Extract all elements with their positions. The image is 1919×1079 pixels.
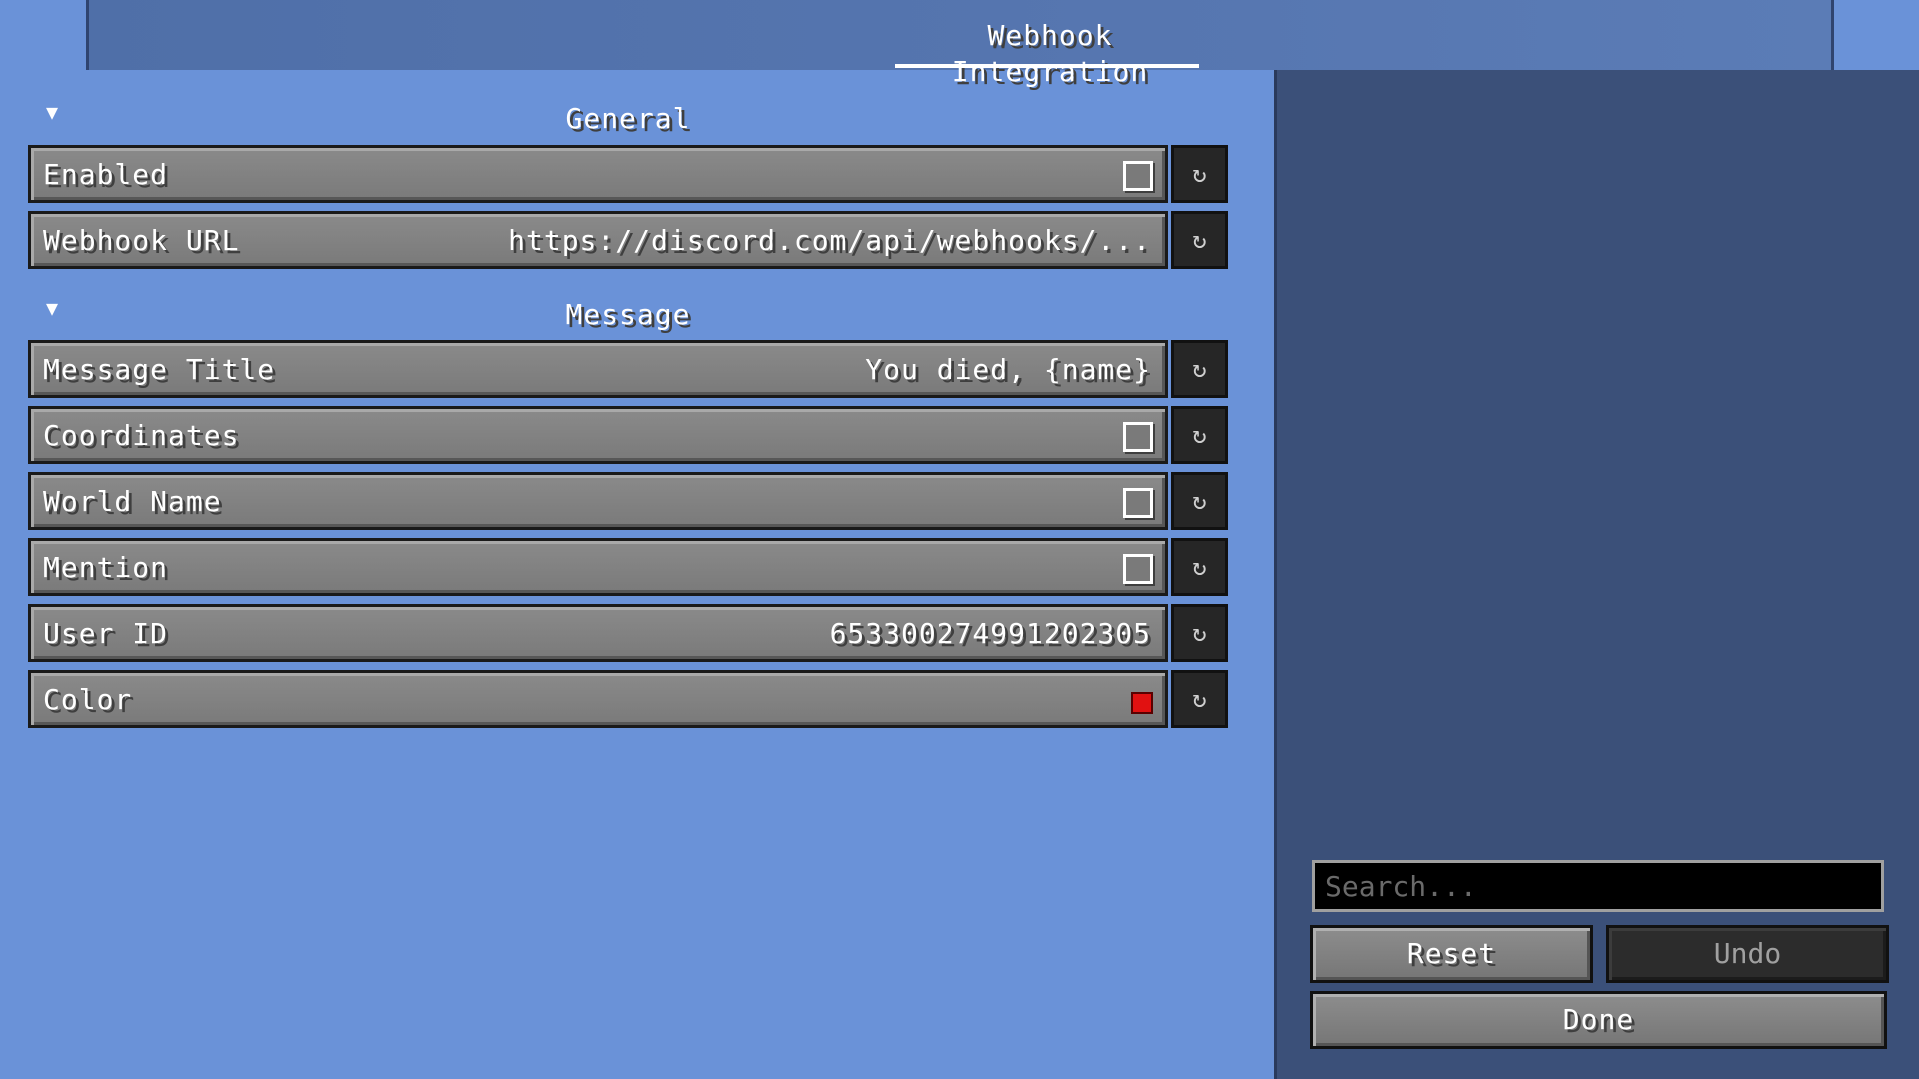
option-world-name-toggle[interactable]: World Name	[28, 472, 1168, 530]
option-value: https://discord.com/api/webhooks/...	[508, 224, 1151, 257]
option-user-id: User ID 653300274991202305 ↻	[28, 604, 1228, 662]
option-message-title: Message Title You died, {name} ↻	[28, 340, 1228, 398]
section-general[interactable]: ▼ General	[28, 96, 1228, 142]
active-tab-indicator	[895, 64, 1199, 68]
reset-icon[interactable]: ↻	[1171, 145, 1228, 203]
section-title-general: General	[565, 102, 691, 135]
option-mention-toggle[interactable]: Mention	[28, 538, 1168, 596]
option-value: You died, {name}	[865, 353, 1151, 386]
option-message-title-field[interactable]: Message Title You died, {name}	[28, 340, 1168, 398]
option-coordinates: Coordinates ↻	[28, 406, 1228, 464]
reset-icon[interactable]: ↻	[1171, 670, 1228, 728]
option-label: Color	[43, 683, 133, 716]
reset-icon[interactable]: ↻	[1171, 604, 1228, 662]
option-label: Enabled	[43, 158, 169, 191]
checkbox[interactable]	[1123, 488, 1153, 518]
option-webhook-url: Webhook URL https://discord.com/api/webh…	[28, 211, 1228, 269]
reset-icon[interactable]: ↻	[1171, 472, 1228, 530]
option-mention: Mention ↻	[28, 538, 1228, 596]
option-label: User ID	[43, 617, 169, 650]
option-label: Mention	[43, 551, 169, 584]
checkbox[interactable]	[1123, 554, 1153, 584]
checkbox[interactable]	[1123, 161, 1153, 191]
option-user-id-field[interactable]: User ID 653300274991202305	[28, 604, 1168, 662]
reset-icon[interactable]: ↻	[1171, 340, 1228, 398]
option-enabled: Enabled ↻	[28, 145, 1228, 203]
option-label: World Name	[43, 485, 222, 518]
option-color-picker[interactable]: Color	[28, 670, 1168, 728]
option-coordinates-toggle[interactable]: Coordinates	[28, 406, 1168, 464]
option-label: Message Title	[43, 353, 276, 386]
option-webhook-url-field[interactable]: Webhook URL https://discord.com/api/webh…	[28, 211, 1168, 269]
reset-button[interactable]: Reset	[1310, 925, 1593, 983]
section-title-message: Message	[565, 298, 691, 331]
reset-icon[interactable]: ↻	[1171, 538, 1228, 596]
done-button[interactable]: Done	[1310, 991, 1887, 1049]
section-message[interactable]: ▼ Message	[28, 292, 1228, 338]
option-enabled-toggle[interactable]: Enabled	[28, 145, 1168, 203]
checkbox[interactable]	[1123, 422, 1153, 452]
option-color: Color ↻	[28, 670, 1228, 728]
option-label: Webhook URL	[43, 224, 240, 257]
option-label: Coordinates	[43, 419, 240, 452]
search-input[interactable]	[1312, 860, 1884, 912]
reset-icon[interactable]: ↻	[1171, 211, 1228, 269]
option-world-name: World Name ↻	[28, 472, 1228, 530]
tab-webhook-integration[interactable]: Webhook Integration	[895, 18, 1205, 88]
title-bar: Webhook Integration	[86, 0, 1834, 88]
color-swatch[interactable]	[1131, 692, 1153, 714]
undo-button[interactable]: Undo	[1606, 925, 1889, 983]
option-value: 653300274991202305	[829, 617, 1151, 650]
reset-icon[interactable]: ↻	[1171, 406, 1228, 464]
